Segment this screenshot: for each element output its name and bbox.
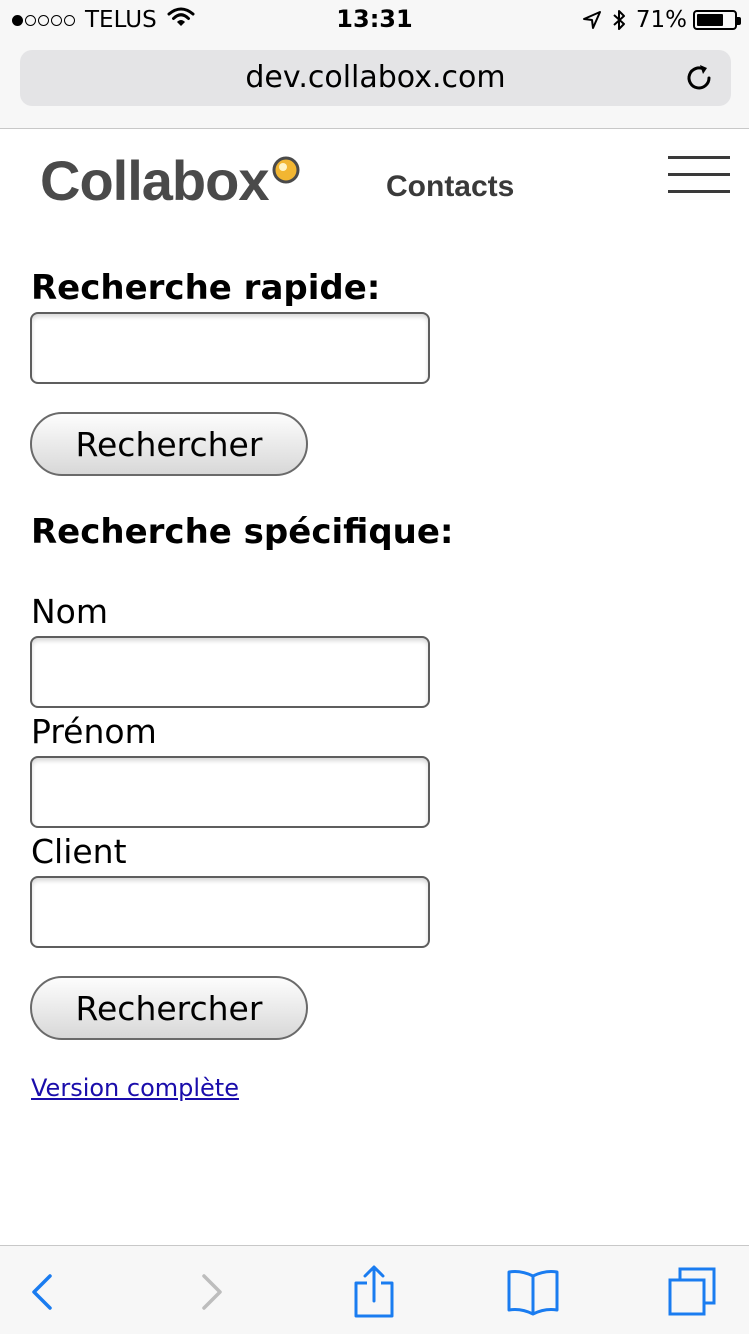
status-bar: TELUS 13:31 71%	[0, 0, 749, 40]
collabox-logo[interactable]: Collabox	[40, 150, 300, 212]
screen: TELUS 13:31 71% dev.collabox.com Collabo…	[0, 0, 749, 1334]
battery-percent: 71%	[635, 7, 687, 33]
browser-address-bar: dev.collabox.com	[0, 40, 749, 129]
menu-line	[668, 190, 730, 193]
nom-input[interactable]	[30, 636, 430, 708]
battery-fill	[697, 14, 723, 26]
signal-dot	[51, 14, 62, 26]
quick-search-heading: Recherche rapide:	[31, 268, 381, 308]
full-version-link[interactable]: Version complète	[31, 1074, 239, 1102]
prenom-label: Prénom	[31, 712, 157, 751]
carrier-name: TELUS	[85, 7, 157, 33]
client-input[interactable]	[30, 876, 430, 948]
prenom-input[interactable]	[30, 756, 430, 828]
url-field[interactable]: dev.collabox.com	[20, 50, 731, 106]
location-arrow-icon	[582, 10, 602, 30]
status-left: TELUS	[12, 6, 195, 34]
signal-dot	[38, 14, 49, 26]
signal-dot	[25, 14, 36, 26]
nav-contacts[interactable]: Contacts	[386, 170, 514, 204]
logo-dot-icon	[272, 156, 300, 184]
reload-icon[interactable]	[683, 62, 715, 94]
wifi-icon	[167, 6, 195, 34]
client-label: Client	[31, 832, 127, 871]
back-icon[interactable]	[15, 1264, 71, 1320]
browser-toolbar	[0, 1245, 749, 1334]
forward-icon[interactable]	[183, 1264, 239, 1320]
hamburger-menu-icon[interactable]	[668, 154, 730, 198]
quick-search-button[interactable]: Rechercher	[30, 412, 308, 476]
quick-search-input[interactable]	[30, 312, 430, 384]
signal-dot	[12, 14, 23, 26]
menu-line	[668, 173, 730, 176]
battery-icon	[693, 10, 741, 30]
logo-text: Collabox	[40, 149, 269, 212]
tabs-icon[interactable]	[664, 1264, 720, 1320]
status-right: 71%	[582, 6, 741, 34]
battery-cap	[737, 17, 741, 25]
nom-label: Nom	[31, 592, 109, 631]
share-icon[interactable]	[346, 1264, 402, 1320]
url-text: dev.collabox.com	[245, 60, 506, 95]
signal-dot	[64, 14, 75, 26]
bluetooth-icon	[612, 8, 626, 32]
signal-strength-icon	[12, 14, 77, 26]
menu-line	[668, 156, 730, 159]
specific-search-heading: Recherche spécifique:	[31, 512, 454, 552]
bookmarks-icon[interactable]	[505, 1264, 561, 1320]
specific-search-button[interactable]: Rechercher	[30, 976, 308, 1040]
